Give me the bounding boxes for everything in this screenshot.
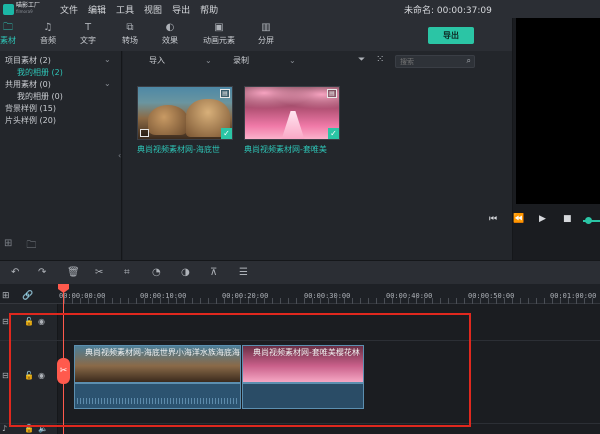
tab-effects[interactable]: ◐ 效果	[150, 22, 190, 46]
color-icon[interactable]: ◑	[181, 267, 190, 278]
volume-knob[interactable]	[585, 217, 592, 224]
tree-shared-media[interactable]: 共用素材 (0)	[5, 79, 51, 90]
tab-audio[interactable]: ♫ 音频	[28, 22, 68, 46]
video-type-icon	[140, 129, 149, 137]
clip-thumbnail[interactable]: ▤ ✓	[244, 86, 340, 140]
stop-icon[interactable]: ■	[563, 214, 572, 224]
play-icon[interactable]: ▶	[539, 214, 546, 224]
app-logo: 喵影工厂 filmora9	[0, 3, 60, 15]
new-folder-icon[interactable]: ⊞	[4, 238, 12, 255]
module-tabs: 🗀 素材 ♫ 音频 T 文字 ⧉ 转场 ◐ 效果 ▣ 动画元素 ▥ 分屏 导出	[0, 18, 512, 51]
delete-icon[interactable]: 🗑	[67, 267, 80, 278]
clip-name: 典尚视频素材网-海底世	[137, 145, 220, 154]
green-screen-icon[interactable]: ⊼	[210, 267, 217, 278]
logo-icon	[3, 3, 14, 15]
link-icon[interactable]: 🔗	[22, 291, 33, 301]
logo-subtitle: filmora9	[16, 9, 33, 14]
menu-edit[interactable]: 编辑	[88, 3, 106, 16]
add-track-icon[interactable]: ⊞	[2, 291, 10, 301]
redo-icon[interactable]: ↷	[38, 267, 46, 278]
chevron-down-icon[interactable]: ⌄	[104, 79, 111, 88]
tree-project-media[interactable]: 项目素材 (2)	[5, 55, 51, 66]
preview-panel: ⏮ ⏪ ▶ ■	[489, 18, 600, 260]
export-button[interactable]: 导出	[428, 27, 474, 44]
ruler-timecode: 00:01:00:00	[550, 292, 597, 300]
music-note-icon: ♫	[43, 22, 53, 33]
step-back-icon[interactable]: ⏪	[513, 214, 524, 224]
image-icon: ▣	[214, 22, 224, 33]
ruler-timecode: 00:00:50:00	[468, 292, 515, 300]
tree-background-samples[interactable]: 背景样例 (15)	[5, 103, 56, 114]
filter-icon[interactable]: ⏷	[358, 55, 365, 65]
media-clip-card[interactable]: ▤ ✓ 典尚视频素材网-套唯美	[244, 86, 340, 155]
import-dropdown[interactable]: 导入 ⌄	[149, 55, 212, 66]
collapse-arrow-icon[interactable]: ‹	[118, 151, 121, 160]
track-icon: ⊟	[2, 371, 9, 380]
tree-intro-samples[interactable]: 片头样例 (20)	[5, 115, 56, 126]
search-box[interactable]: ⌕	[395, 55, 475, 68]
playback-controls: ⏮ ⏪ ▶ ■	[489, 214, 600, 228]
project-title: 未命名: 00:00:37:09	[404, 6, 492, 16]
track-icon: ⊟	[2, 317, 9, 326]
media-library: 导入⌄ 录制⌄ ⏷ ⁙ ⌕ ▤ ✓ 典尚视频素材网-海底世 ▤ ✓	[123, 51, 512, 260]
ruler-timecode: 00:00:00:00	[59, 292, 106, 300]
effects-icon: ◐	[165, 22, 175, 33]
menu-help[interactable]: 帮助	[200, 3, 218, 16]
audio-adjust-icon[interactable]: ☰	[239, 267, 248, 278]
search-input[interactable]	[396, 56, 460, 67]
tab-split-screen[interactable]: ▥ 分屏	[246, 22, 286, 46]
check-icon: ✓	[328, 128, 339, 139]
tab-text[interactable]: T 文字	[68, 22, 108, 46]
folder-icon: 🗀	[3, 22, 13, 33]
cut-icon[interactable]: ✂	[95, 267, 103, 278]
crop-icon[interactable]: ⌗	[124, 267, 130, 278]
menu-tools[interactable]: 工具	[116, 3, 134, 16]
menu-file[interactable]: 文件	[60, 3, 78, 16]
transition-icon: ⧉	[126, 22, 134, 33]
timeline-ruler[interactable]: ⊞ 🔗 00:00:00:00 00:00:10:00 00:00:20:00 …	[0, 284, 600, 304]
record-dropdown[interactable]: 录制 ⌄	[233, 55, 296, 66]
menu-view[interactable]: 视图	[144, 3, 162, 16]
app-window: 喵影工厂 filmora9 文件 编辑 工具 视图 导出 帮助 未命名: 00:…	[0, 0, 600, 434]
timeline-toolbar: ↶ ↷ 🗑 ✂ ⌗ ◔ ◑ ⊼ ☰	[0, 260, 600, 284]
music-note-icon: ♪	[2, 424, 8, 433]
clip-name: 典尚视频素材网-套唯美	[244, 145, 327, 154]
preview-screen	[516, 18, 600, 204]
clip-thumbnail[interactable]: ▤ ✓	[137, 86, 233, 140]
ruler-timecode: 00:00:40:00	[386, 292, 433, 300]
grid-view-icon[interactable]: ⁙	[376, 54, 384, 65]
tree-my-album[interactable]: 我的相册 (2)	[17, 67, 63, 78]
media-toolbar: 导入⌄ 录制⌄ ⏷ ⁙ ⌕	[123, 54, 512, 69]
highlight-box	[9, 313, 471, 427]
split-screen-icon: ▥	[261, 22, 271, 33]
menu-export[interactable]: 导出	[172, 3, 190, 16]
folder-icon[interactable]: 🗀	[26, 238, 36, 255]
ruler-timecode: 00:00:20:00	[222, 292, 269, 300]
film-icon: ▤	[220, 89, 230, 98]
tab-elements[interactable]: ▣ 动画元素	[199, 22, 239, 46]
ruler-timecode: 00:00:10:00	[140, 292, 187, 300]
chevron-down-icon: ⌄	[289, 56, 296, 65]
check-icon: ✓	[221, 128, 232, 139]
speed-icon[interactable]: ◔	[152, 267, 161, 278]
media-clip-card[interactable]: ▤ ✓ 典尚视频素材网-海底世	[137, 86, 233, 155]
chevron-down-icon: ⌄	[205, 56, 212, 65]
library-sidebar: 项目素材 (2) ⌄ 我的相册 (2) 共用素材 (0) ⌄ 我的相册 (0) …	[0, 51, 122, 260]
tree-shared-album[interactable]: 我的相册 (0)	[17, 91, 63, 102]
tab-transition[interactable]: ⧉ 转场	[110, 22, 150, 46]
ruler-timecode: 00:00:30:00	[304, 292, 351, 300]
menu-bar: 喵影工厂 filmora9 文件 编辑 工具 视图 导出 帮助 未命名: 00:…	[0, 0, 600, 18]
text-icon: T	[84, 22, 92, 33]
tab-media[interactable]: 🗀 素材	[0, 22, 28, 46]
search-icon[interactable]: ⌕	[467, 56, 471, 66]
prev-frame-icon[interactable]: ⏮	[489, 214, 497, 224]
undo-icon[interactable]: ↶	[11, 267, 19, 278]
film-icon: ▤	[327, 89, 337, 98]
chevron-down-icon[interactable]: ⌄	[104, 55, 111, 64]
